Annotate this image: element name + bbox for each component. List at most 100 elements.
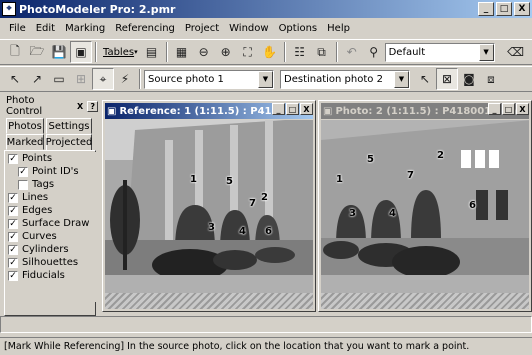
reference-photo[interactable]: 1 2 3 4 5 6 7 xyxy=(105,120,313,293)
marked-checklist: ✓ Points ✓ Point ID's Tags ✓ Lines ✓ Edges ✓ Surfa… xyxy=(8,152,98,302)
mark-edge-icon[interactable]: ▭ xyxy=(48,68,70,90)
chevron-down-icon[interactable]: ▼ xyxy=(394,70,409,88)
reference-point-id[interactable]: 3 xyxy=(208,222,215,233)
checklist-item[interactable]: Tags xyxy=(8,178,98,191)
pan-hand-icon[interactable]: ✋ xyxy=(259,41,281,63)
checklist-item[interactable]: ✓ Point ID's xyxy=(8,165,98,178)
checkbox[interactable]: ✓ xyxy=(8,270,18,281)
checklist-item[interactable]: ✓ Silhouettes xyxy=(8,256,98,269)
photo-control-title: Photo Control xyxy=(6,95,43,117)
photo-control-help-icon[interactable]: ? xyxy=(87,100,98,112)
zoom-fit-icon[interactable]: ⛶ xyxy=(237,41,259,63)
menu-marking[interactable]: Marking xyxy=(60,23,110,34)
photo-control-close-icon[interactable]: X xyxy=(75,101,86,112)
open-folder-icon[interactable]: 🗁 xyxy=(26,41,48,63)
reference-photo-window[interactable]: ▣ Reference: 1 (1:11.5) : P4180009 ... _… xyxy=(102,100,316,312)
photo2-point-id[interactable]: 2 xyxy=(437,150,444,161)
reference-point-id[interactable]: 2 xyxy=(261,192,268,203)
checkbox[interactable]: ✓ xyxy=(8,244,18,255)
photo2-point-id[interactable]: 1 xyxy=(336,174,343,185)
photo2-close-button[interactable]: X xyxy=(516,103,529,115)
mark-line-icon[interactable]: ↗ xyxy=(26,68,48,90)
source-photo-combo[interactable]: Source photo 1 ▼ xyxy=(144,69,274,89)
menu-project[interactable]: Project xyxy=(180,23,224,34)
checklist-item[interactable]: ✓ Fiducials xyxy=(8,269,98,282)
zoom-in-icon[interactable]: ⊕ xyxy=(215,41,237,63)
menu-edit[interactable]: Edit xyxy=(31,23,60,34)
tab-projected[interactable]: Projected xyxy=(46,134,92,150)
reference-point-id[interactable]: 6 xyxy=(265,226,272,237)
photo2-point-id[interactable]: 3 xyxy=(349,208,356,219)
checkbox[interactable]: ✓ xyxy=(8,257,18,268)
reference-point-id[interactable]: 7 xyxy=(249,198,256,209)
source-photo-value: Source photo 1 xyxy=(148,73,224,85)
minimize-button[interactable]: _ xyxy=(478,2,494,16)
photo2-point-id[interactable]: 7 xyxy=(407,170,414,181)
checklist-item[interactable]: ✓ Surface Draw xyxy=(8,217,98,230)
checklist-item[interactable]: ✓ Points xyxy=(8,152,98,165)
undo-icon[interactable]: ↶ xyxy=(341,41,363,63)
new-file-icon[interactable]: 🗋 xyxy=(4,41,26,63)
auto-reference-icon[interactable]: ⚡ xyxy=(114,68,136,90)
tables-button[interactable]: Tables ▾ xyxy=(100,47,141,58)
destination-photo[interactable]: 1 2 3 4 5 6 7 xyxy=(321,120,529,293)
close-button[interactable]: X xyxy=(514,2,530,16)
menu-help[interactable]: Help xyxy=(322,23,355,34)
reference-point-id[interactable]: 4 xyxy=(239,226,246,237)
eraser-icon[interactable]: ⌫ xyxy=(505,41,527,63)
surface-icon[interactable]: ⊞ xyxy=(70,68,92,90)
checkbox[interactable]: ✓ xyxy=(8,153,18,164)
window-arrange-icon[interactable]: ⧈ xyxy=(480,68,502,90)
reference-maximize-button[interactable]: □ xyxy=(286,103,299,115)
destination-photo-window[interactable]: ▣ Photo: 2 (1:11.5) : P4180017 : not... … xyxy=(318,100,532,312)
checkbox[interactable]: ✓ xyxy=(18,166,28,177)
destination-photo-image xyxy=(321,120,529,293)
photo2-point-id[interactable]: 5 xyxy=(367,154,374,165)
photo-table-icon[interactable]: ▣ xyxy=(70,41,92,63)
window-title: PhotoModeler Pro: 2.pmr xyxy=(19,2,176,16)
save-icon[interactable]: 💾 xyxy=(48,41,70,63)
checkbox[interactable]: ✓ xyxy=(8,205,18,216)
checkbox[interactable]: ✓ xyxy=(8,192,18,203)
checkbox[interactable] xyxy=(18,179,28,190)
menu-options[interactable]: Options xyxy=(274,23,323,34)
table-view-icon[interactable]: ☷ xyxy=(289,41,311,63)
menu-file[interactable]: File xyxy=(4,23,31,34)
checkbox[interactable]: ✓ xyxy=(8,231,18,242)
photo2-point-id[interactable]: 4 xyxy=(389,208,396,219)
default-combo[interactable]: Default ▼ xyxy=(384,42,495,62)
chevron-down-icon[interactable]: ▼ xyxy=(478,43,494,61)
grid-icon[interactable]: ▦ xyxy=(171,41,193,63)
tab-settings[interactable]: Settings xyxy=(46,118,92,134)
reference-close-button[interactable]: X xyxy=(300,103,313,115)
tab-marked[interactable]: Marked xyxy=(6,134,44,150)
menu-window[interactable]: Window xyxy=(224,23,273,34)
satellite-icon[interactable]: ⚲ xyxy=(363,41,385,63)
compare-icon[interactable]: ⧉ xyxy=(311,41,333,63)
checklist-item[interactable]: ✓ Lines xyxy=(8,191,98,204)
tab-photos[interactable]: Photos xyxy=(6,118,44,134)
app-icon[interactable]: ⌖ xyxy=(2,2,16,16)
photo2-minimize-button[interactable]: _ xyxy=(488,103,501,115)
photo2-point-id[interactable]: 6 xyxy=(469,200,476,211)
select-arrow-icon[interactable]: ↖ xyxy=(414,68,436,90)
view-dropdown-icon[interactable]: ▤ xyxy=(141,41,163,63)
reference-point-id[interactable]: 1 xyxy=(190,174,197,185)
maximize-button[interactable]: □ xyxy=(496,2,512,16)
mark-reference-icon[interactable]: ⊠ xyxy=(436,68,458,90)
pointer-icon[interactable]: ↖ xyxy=(4,68,26,90)
photo2-maximize-button[interactable]: □ xyxy=(502,103,515,115)
zoom-out-icon[interactable]: ⊖ xyxy=(193,41,215,63)
checklist-item[interactable]: ✓ Edges xyxy=(8,204,98,217)
camera-icon[interactable]: ◙ xyxy=(458,68,480,90)
referencing-mode-icon[interactable]: ⌖ xyxy=(92,68,114,90)
destination-photo-combo[interactable]: Destination photo 2 ▼ xyxy=(280,69,410,89)
reference-photo-margin xyxy=(105,293,313,309)
reference-point-id[interactable]: 5 xyxy=(226,176,233,187)
checkbox[interactable]: ✓ xyxy=(8,218,18,229)
checklist-item[interactable]: ✓ Curves xyxy=(8,230,98,243)
menu-referencing[interactable]: Referencing xyxy=(110,23,180,34)
chevron-down-icon[interactable]: ▼ xyxy=(258,70,273,88)
reference-minimize-button[interactable]: _ xyxy=(272,103,285,115)
checklist-item[interactable]: ✓ Cylinders xyxy=(8,243,98,256)
